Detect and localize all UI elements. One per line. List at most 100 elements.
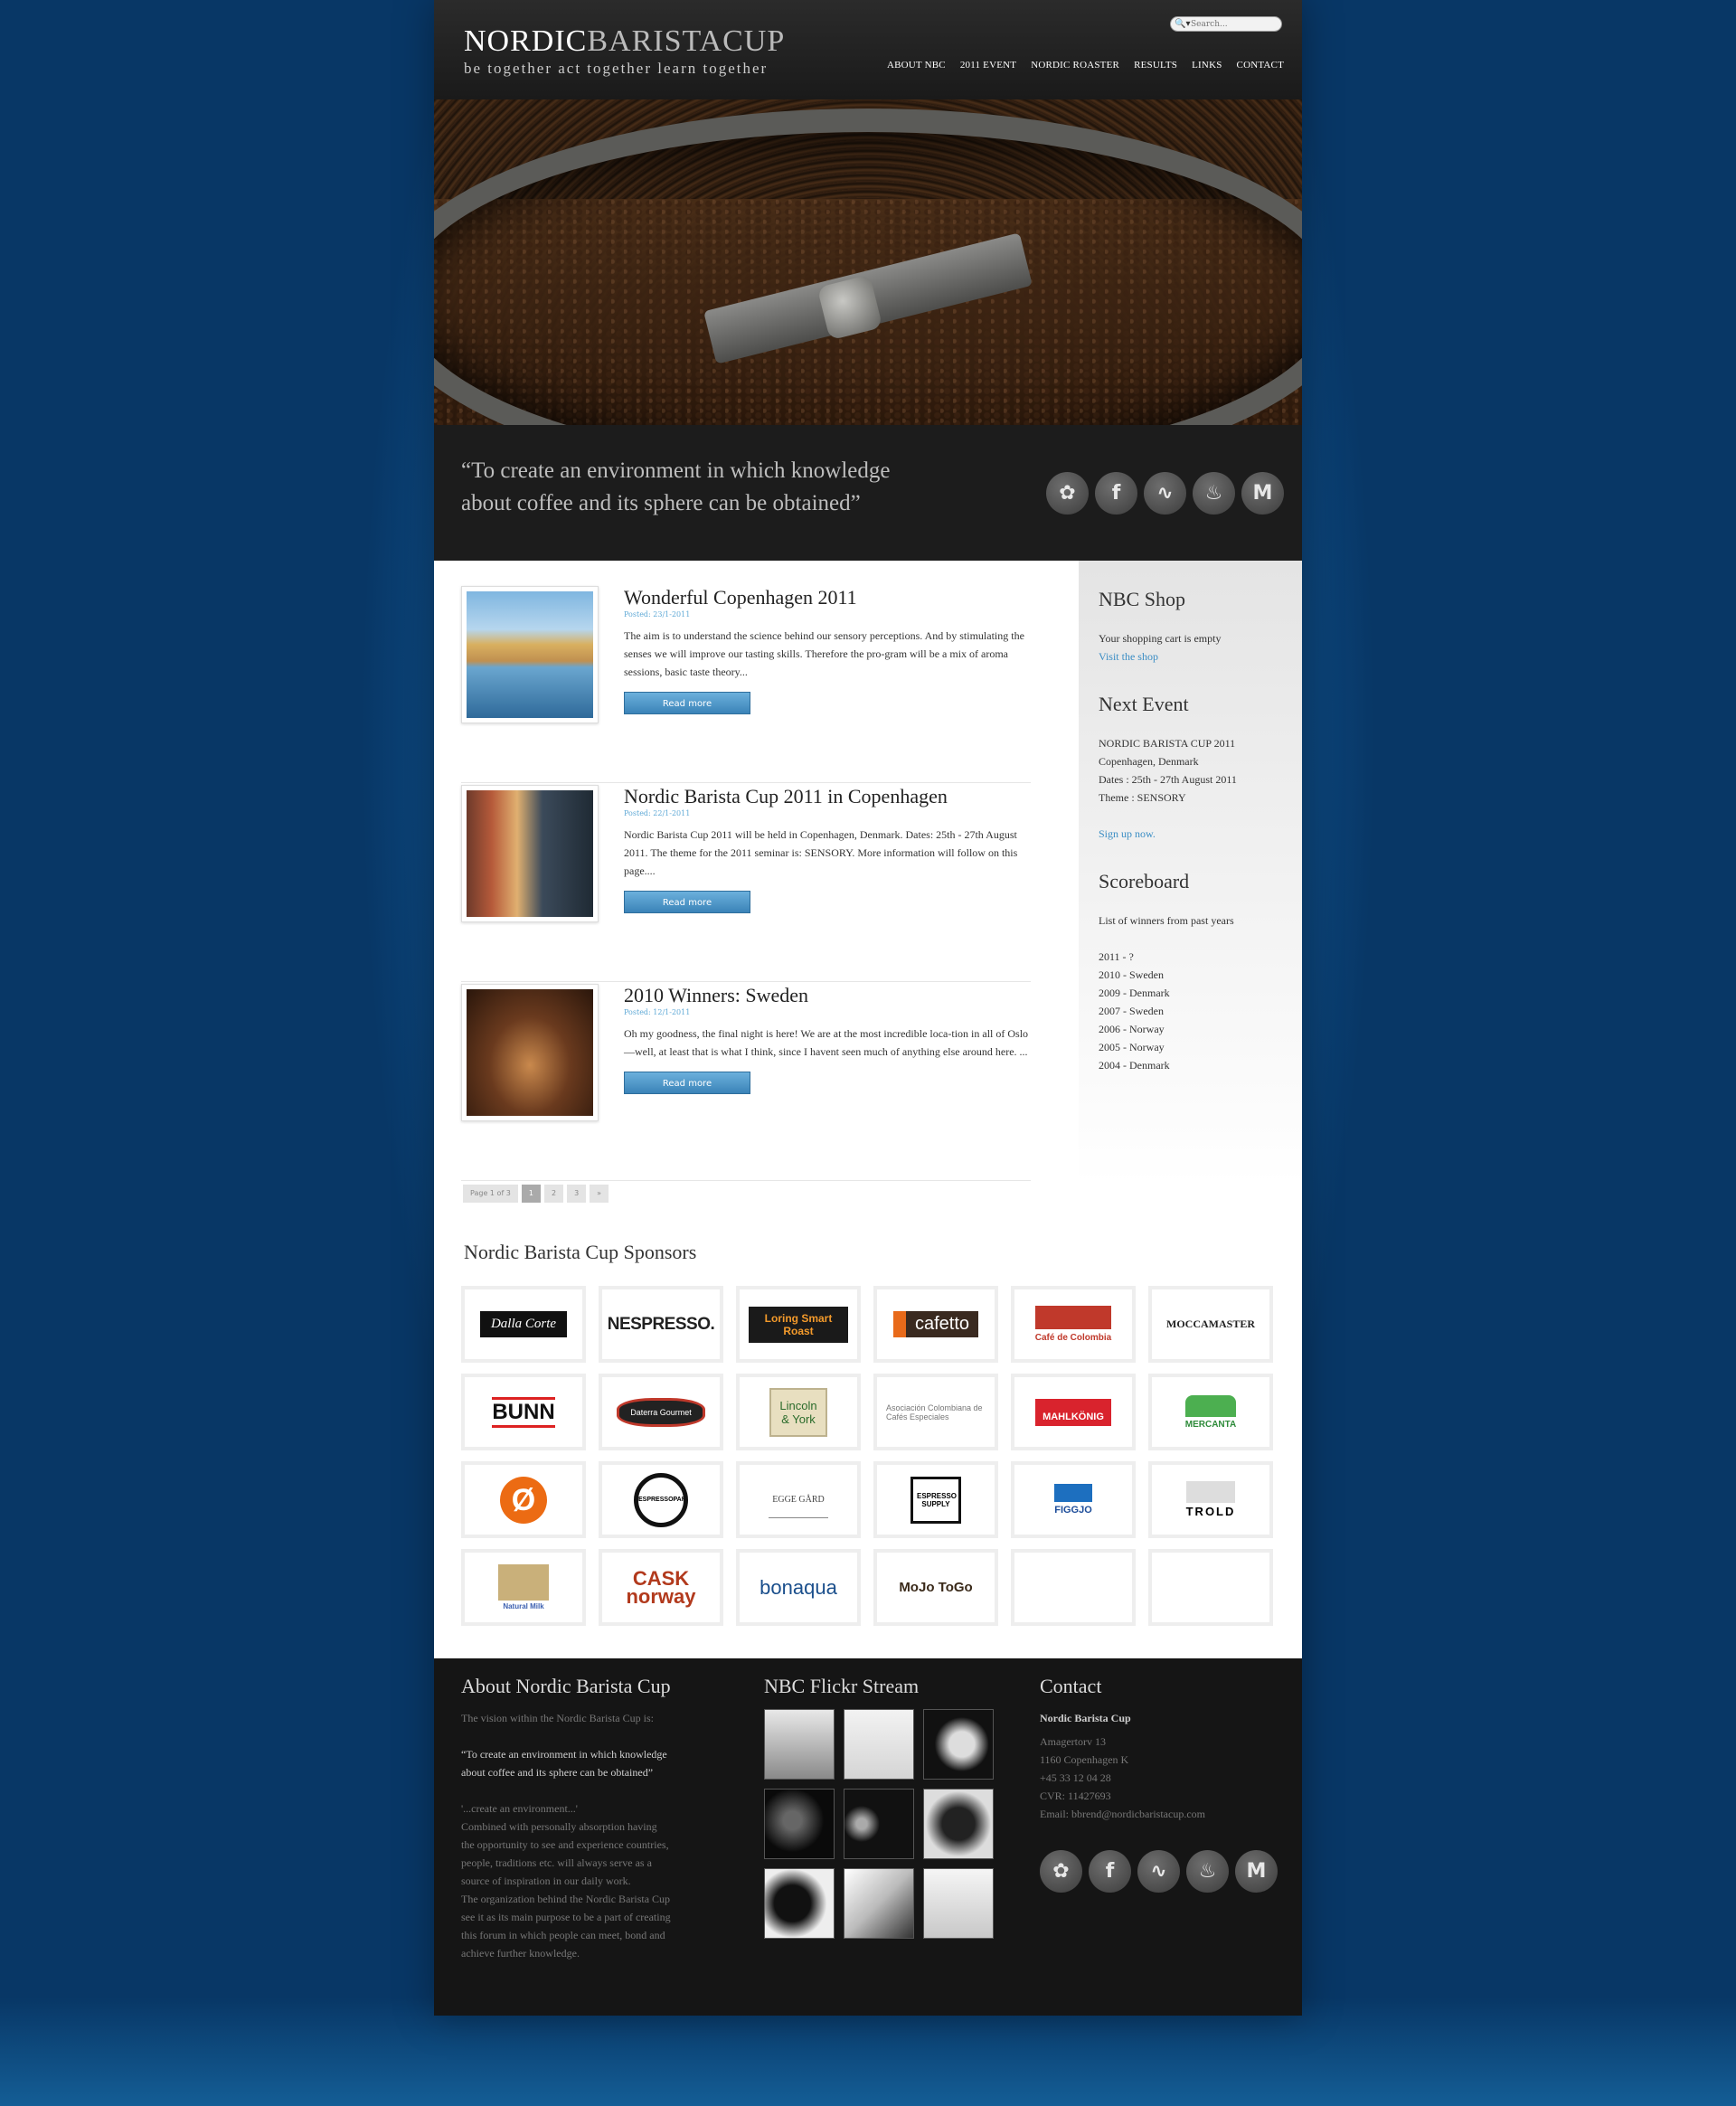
header: NORDICBARISTACUP be together act togethe… xyxy=(434,0,1302,99)
flickr-photo[interactable] xyxy=(764,1709,835,1780)
cart-status: Your shopping cart is empty xyxy=(1099,632,1222,645)
flame-icon[interactable]: ♨ xyxy=(1186,1850,1229,1893)
flickr-photo[interactable] xyxy=(923,1709,994,1780)
flickr-photo[interactable] xyxy=(923,1868,994,1939)
sponsor-logo[interactable]: Café de Colombia xyxy=(1011,1286,1136,1363)
sponsor-logo[interactable]: EGGE GÅRD xyxy=(736,1461,861,1538)
twitter-icon[interactable]: ✿ xyxy=(1040,1850,1082,1893)
read-more-button[interactable]: Read more xyxy=(624,1072,750,1094)
read-more-button[interactable]: Read more xyxy=(624,891,750,913)
post-list: Wonderful Copenhagen 2011 Posted: 23/1-2… xyxy=(461,586,1031,1183)
gmail-icon[interactable]: M xyxy=(1235,1850,1278,1893)
nav-about[interactable]: ABOUT NBC xyxy=(887,60,946,71)
flickr-photo[interactable] xyxy=(764,1868,835,1939)
post-title[interactable]: 2010 Winners: Sweden xyxy=(624,984,1031,1007)
sponsor-logo[interactable]: MAHLKÖNIG xyxy=(1011,1374,1136,1450)
sponsor-logo[interactable]: bonaqua xyxy=(736,1549,861,1626)
footer-about-intro: The vision within the Nordic Barista Cup… xyxy=(461,1712,654,1724)
footer-flickr: NBC Flickr Stream xyxy=(764,1675,999,1939)
contact-line: 1160 Copenhagen K xyxy=(1040,1753,1129,1766)
contact-line: +45 33 12 04 28 xyxy=(1040,1771,1111,1784)
search-input[interactable] xyxy=(1191,19,1272,29)
hero-drum xyxy=(434,109,1302,425)
sponsor-logo[interactable]: ESPRESSO SUPPLY xyxy=(873,1461,998,1538)
sponsor-logo[interactable]: cafetto xyxy=(873,1286,998,1363)
footer-about-text: this forum in which people can meet, bon… xyxy=(461,1929,665,1941)
sponsor-logo[interactable]: Daterra Gourmet xyxy=(599,1374,723,1450)
event-line: Dates : 25th - 27th August 2011 xyxy=(1099,773,1237,786)
contact-line: Amagertorv 13 xyxy=(1040,1735,1106,1748)
sponsor-logo[interactable]: FIGGJO xyxy=(1011,1461,1136,1538)
sponsor-logo[interactable]: MoJo ToGo xyxy=(873,1549,998,1626)
scoreboard-intro: List of winners from past years xyxy=(1099,914,1234,927)
flickr-photo[interactable] xyxy=(844,1709,914,1780)
post-thumbnail[interactable] xyxy=(461,785,599,922)
shop-widget: NBC Shop Your shopping cart is empty Vis… xyxy=(1099,588,1282,666)
nav-nordic-roaster[interactable]: NORDIC ROASTER xyxy=(1031,60,1119,71)
contact-email[interactable]: Email: bbrend@nordicbaristacup.com xyxy=(1040,1805,1284,1823)
sponsor-logo[interactable]: Dalla Corte xyxy=(461,1286,586,1363)
post-thumbnail[interactable] xyxy=(461,984,599,1121)
flickr-photo[interactable] xyxy=(844,1789,914,1859)
sponsor-slot-empty xyxy=(1011,1549,1136,1626)
page-1-link[interactable]: 1 xyxy=(521,1185,541,1203)
scoreboard-row: 2011 - ? xyxy=(1099,950,1134,963)
nav-results[interactable]: RESULTS xyxy=(1134,60,1177,71)
gmail-icon[interactable]: M xyxy=(1241,472,1284,515)
flickr-photo[interactable] xyxy=(923,1789,994,1859)
twitter-icon[interactable]: ✿ xyxy=(1046,472,1089,515)
footer-about-text: the opportunity to see and experience co… xyxy=(461,1838,669,1851)
page-3-link[interactable]: 3 xyxy=(567,1185,587,1203)
post-excerpt: The aim is to understand the science beh… xyxy=(624,629,1024,678)
post-title[interactable]: Nordic Barista Cup 2011 in Copenhagen xyxy=(624,785,1031,808)
sponsor-logo[interactable]: Loring Smart Roast xyxy=(736,1286,861,1363)
sponsor-logo[interactable]: Ø xyxy=(461,1461,586,1538)
nav-contact[interactable]: CONTACT xyxy=(1237,60,1284,71)
page-2-link[interactable]: 2 xyxy=(543,1185,564,1203)
sponsor-logo[interactable]: Lincoln & York xyxy=(736,1374,861,1450)
sponsor-logo[interactable]: NESPRESSO. xyxy=(599,1286,723,1363)
sponsor-logo[interactable]: ESPRESSOPARTS.COM xyxy=(599,1461,723,1538)
visit-shop-link[interactable]: Visit the shop xyxy=(1099,647,1282,666)
flickr-photo[interactable] xyxy=(844,1868,914,1939)
facebook-icon[interactable]: f xyxy=(1089,1850,1131,1893)
nav-links[interactable]: LINKS xyxy=(1192,60,1222,71)
contact-title: Contact xyxy=(1040,1675,1102,1697)
nav-2011-event[interactable]: 2011 EVENT xyxy=(960,60,1016,71)
rss-icon[interactable]: ∿ xyxy=(1144,472,1186,515)
scoreboard-row: 2006 - Norway xyxy=(1099,1023,1165,1035)
post-title[interactable]: Wonderful Copenhagen 2011 xyxy=(624,586,1031,609)
event-line: NORDIC BARISTA CUP 2011 xyxy=(1099,737,1236,750)
sponsor-logo[interactable]: MERCANTA xyxy=(1148,1374,1273,1450)
logo[interactable]: NORDICBARISTACUP be together act togethe… xyxy=(464,25,785,78)
sponsor-logo[interactable]: CASK norway xyxy=(599,1549,723,1626)
post-thumbnail[interactable] xyxy=(461,586,599,723)
sponsor-logo[interactable]: Asociación Colombiana de Cafés Especiale… xyxy=(873,1374,998,1450)
sponsor-logo[interactable]: TROLD xyxy=(1148,1461,1273,1538)
scoreboard-widget: Scoreboard List of winners from past yea… xyxy=(1099,870,1282,1074)
footer-about: About Nordic Barista Cup The vision with… xyxy=(461,1675,723,1962)
flickr-grid xyxy=(764,1709,999,1939)
event-line: Theme : SENSORY xyxy=(1099,791,1186,804)
content: Wonderful Copenhagen 2011 Posted: 23/1-2… xyxy=(434,561,1302,1658)
contact-org: Nordic Barista Cup xyxy=(1040,1712,1131,1724)
sponsor-logo[interactable]: BUNN xyxy=(461,1374,586,1450)
post-date: Posted: 23/1-2011 xyxy=(624,610,691,619)
facebook-icon[interactable]: f xyxy=(1095,472,1137,515)
flickr-photo[interactable] xyxy=(764,1789,835,1859)
footer-about-text: people, traditions etc. will always serv… xyxy=(461,1856,652,1869)
footer-quote-2: about coffee and its sphere can be obtai… xyxy=(461,1766,654,1779)
read-more-button[interactable]: Read more xyxy=(624,692,750,714)
scoreboard-row: 2009 - Denmark xyxy=(1099,987,1170,999)
sponsor-logo[interactable]: Natural Milk xyxy=(461,1549,586,1626)
sponsor-logo[interactable]: MOCCAMASTER xyxy=(1148,1286,1273,1363)
scoreboard-row: 2004 - Denmark xyxy=(1099,1059,1170,1072)
sign-up-link[interactable]: Sign up now. xyxy=(1099,825,1282,843)
sponsor-slot-empty xyxy=(1148,1549,1273,1626)
logo-thin: BARISTACUP xyxy=(587,24,786,58)
flame-icon[interactable]: ♨ xyxy=(1193,472,1235,515)
search-icon[interactable]: 🔍▾ xyxy=(1175,19,1191,29)
rss-icon[interactable]: ∿ xyxy=(1137,1850,1180,1893)
tagline: be together act together learn together xyxy=(464,60,769,77)
next-page-link[interactable]: » xyxy=(590,1185,609,1203)
